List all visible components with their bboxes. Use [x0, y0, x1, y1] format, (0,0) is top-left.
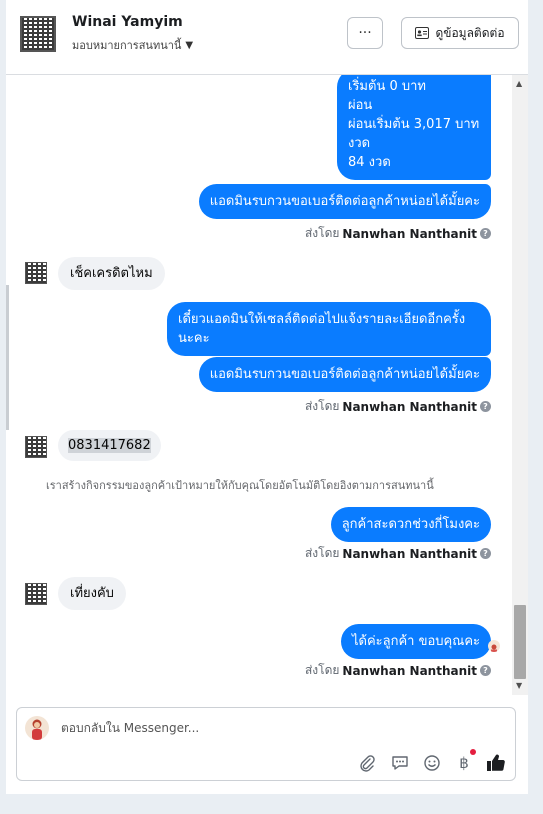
outgoing-message[interactable]: แอดมินรบกวนขอเบอร์ติดต่อลูกค้าหน่อยได้มั…	[198, 184, 491, 219]
sender-name: Nanwhan Nanthanit	[342, 399, 477, 414]
smiley-icon[interactable]	[422, 753, 442, 773]
ellipsis-icon: ···	[358, 25, 372, 41]
sender-name: Nanwhan Nanthanit	[342, 546, 477, 561]
message-line: นะคะ	[178, 331, 210, 346]
reply-input[interactable]	[59, 720, 503, 736]
outgoing-message[interactable]: แอดมินรบกวนขอเบอร์ติดต่อลูกค้าหน่อยได้มั…	[198, 357, 491, 392]
sent-by-label: ส่งโดย Nanwhan Nanthanit ?	[305, 397, 491, 416]
info-icon[interactable]: ?	[480, 228, 491, 239]
sent-by-prefix: ส่งโดย	[304, 546, 340, 560]
sender-name: Nanwhan Nanthanit	[342, 226, 477, 241]
thumbs-up-icon[interactable]	[486, 753, 506, 773]
contact-name[interactable]: Winai Yamyim	[72, 14, 183, 30]
outgoing-message[interactable]: ได้ค่ะลูกค้า ขอบคุณคะ	[340, 624, 491, 659]
sent-by-label: ส่งโดย Nanwhan Nanthanit ?	[305, 544, 491, 563]
message-thread[interactable]: เริ่มต้น 0 บาท ผ่อน ผ่อนเริ่มต้น 3,017 บ…	[6, 75, 512, 695]
outgoing-message[interactable]: เดี๋ยวแอดมินให้เซลล์ติดต่อไปแจ้งรายละเอี…	[167, 302, 491, 356]
incoming-message[interactable]: เที่ยงคับ	[58, 577, 126, 610]
paperclip-icon[interactable]	[357, 753, 377, 773]
outgoing-message[interactable]: เริ่มต้น 0 บาท ผ่อน ผ่อนเริ่มต้น 3,017 บ…	[337, 75, 491, 180]
message-line: ผ่อนเริ่มต้น 3,017 บาท	[348, 117, 480, 132]
customer-avatar	[25, 262, 47, 284]
conversation-header: Winai Yamyim มอบหมายการสนทนานี้ ▼ ··· ดู…	[6, 0, 528, 75]
system-notice: เราสร้างกิจกรรมของลูกค้าเป้าหมายให้กับคุ…	[46, 479, 434, 492]
message-line: 84 งวด	[348, 155, 391, 170]
conversation-panel: Winai Yamyim มอบหมายการสนทนานี้ ▼ ··· ดู…	[6, 0, 528, 794]
view-contact-label: ดูข้อมูลติดต่อ	[435, 25, 505, 40]
outgoing-message[interactable]: ลูกค้าสะดวกช่วงกี่โมงคะ	[330, 507, 491, 542]
contact-card-icon	[415, 27, 430, 39]
incoming-message[interactable]: เช็คเครดิตไหม	[58, 257, 165, 290]
sent-by-prefix: ส่งโดย	[304, 226, 340, 240]
view-contact-button[interactable]: ดูข้อมูลติดต่อ	[401, 17, 519, 49]
thread-scrollbar[interactable]: ▲ ▼	[512, 75, 528, 695]
phone-number[interactable]: 0831417682	[68, 438, 151, 453]
contact-avatar[interactable]	[20, 16, 56, 52]
info-icon[interactable]: ?	[480, 548, 491, 559]
more-options-button[interactable]: ···	[347, 17, 383, 49]
assign-label: มอบหมายการสนทนานี้	[72, 39, 182, 52]
sent-by-prefix: ส่งโดย	[304, 399, 340, 413]
sent-by-label: ส่งโดย Nanwhan Nanthanit ?	[305, 661, 491, 680]
sent-by-prefix: ส่งโดย	[304, 663, 340, 677]
sender-name: Nanwhan Nanthanit	[342, 663, 477, 678]
assign-conversation-dropdown[interactable]: มอบหมายการสนทนานี้ ▼	[72, 36, 193, 54]
scroll-up-arrow-icon[interactable]: ▲	[516, 79, 522, 88]
seen-avatar-icon	[488, 640, 500, 652]
scroll-down-arrow-icon[interactable]: ▼	[516, 681, 522, 690]
info-icon[interactable]: ?	[480, 665, 491, 676]
agent-avatar	[25, 716, 49, 740]
chat-bubble-icon[interactable]	[390, 753, 410, 773]
sent-by-label: ส่งโดย Nanwhan Nanthanit ?	[305, 224, 491, 243]
message-line: งวด	[348, 136, 371, 151]
scrollbar-thumb[interactable]	[514, 605, 526, 679]
baht-icon[interactable]: ฿	[454, 753, 474, 773]
caret-down-icon: ▼	[185, 39, 194, 51]
message-line: เดี๋ยวแอดมินให้เซลล์ติดต่อไปแจ้งรายละเอี…	[178, 312, 466, 327]
notification-dot	[470, 749, 476, 755]
customer-avatar	[25, 583, 47, 605]
message-line: ผ่อน	[348, 98, 373, 113]
customer-avatar	[25, 436, 47, 458]
incoming-message[interactable]: 0831417682	[58, 430, 161, 461]
info-icon[interactable]: ?	[480, 401, 491, 412]
panel-resize-edge	[6, 285, 9, 430]
message-line: เริ่มต้น 0 บาท	[348, 79, 426, 94]
reply-composer[interactable]: ฿	[16, 707, 516, 781]
